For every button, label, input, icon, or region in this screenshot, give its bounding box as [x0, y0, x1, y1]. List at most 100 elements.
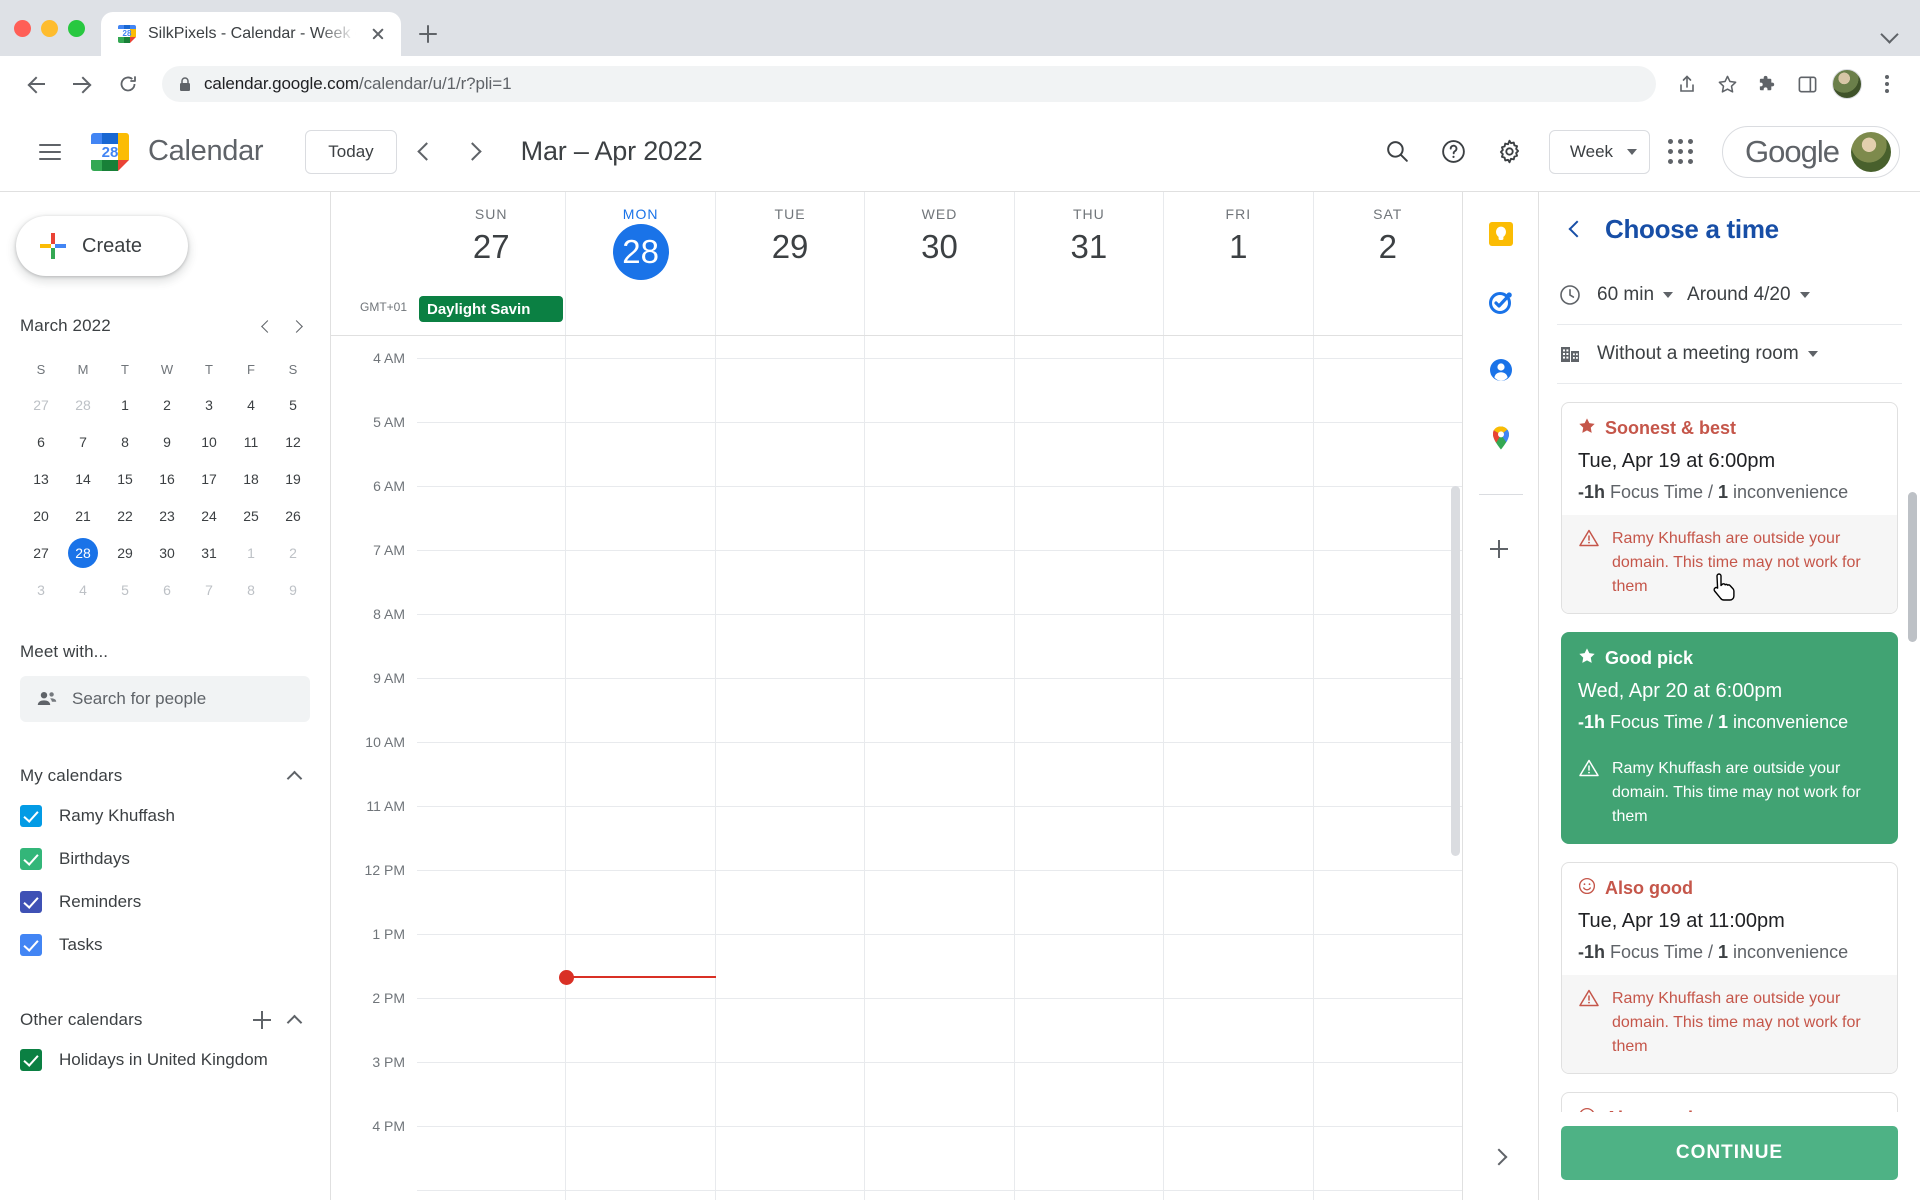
- mini-calendar-day[interactable]: 16: [146, 460, 188, 497]
- day-column[interactable]: [714, 336, 864, 1200]
- mini-calendar-day[interactable]: 6: [146, 571, 188, 608]
- mini-calendar-next-button[interactable]: [282, 310, 314, 342]
- my-calendar-item[interactable]: Ramy Khuffash: [20, 794, 310, 837]
- mini-calendar-day[interactable]: 11: [230, 423, 272, 460]
- other-calendars-header[interactable]: Other calendars: [20, 1002, 310, 1038]
- tab-list-chevron-down-icon[interactable]: [1882, 26, 1898, 42]
- day-column[interactable]: [864, 336, 1013, 1200]
- time-suggestion-card[interactable]: Also goodThu, Apr 21 at 6:00pm-1h Focus …: [1561, 1092, 1898, 1112]
- mini-calendar-day[interactable]: 1: [230, 534, 272, 571]
- reload-button[interactable]: [108, 64, 148, 104]
- minimize-window-button[interactable]: [41, 19, 58, 37]
- browser-menu-button[interactable]: [1870, 67, 1904, 101]
- day-number[interactable]: 31: [1071, 228, 1108, 266]
- mini-calendar-day[interactable]: 5: [272, 386, 314, 423]
- profile-avatar[interactable]: [1830, 67, 1864, 101]
- extensions-puzzle-icon[interactable]: [1750, 67, 1784, 101]
- all-day-cell[interactable]: [864, 292, 1013, 335]
- mini-calendar-day[interactable]: 20: [20, 497, 62, 534]
- time-suggestion-card[interactable]: Good pick Wed, Apr 20 at 6:00pm -1h Focus …: [1561, 632, 1898, 844]
- day-column-header[interactable]: WED 30: [864, 192, 1013, 292]
- next-week-button[interactable]: [453, 130, 497, 174]
- day-column-header[interactable]: FRI 1: [1163, 192, 1312, 292]
- duration-dropdown[interactable]: 60 min: [1597, 284, 1674, 306]
- google-account-button[interactable]: Google: [1722, 125, 1900, 178]
- calendar-checkbox[interactable]: [20, 1048, 42, 1071]
- day-number[interactable]: 2: [1379, 228, 1397, 266]
- time-suggestion-card[interactable]: Soonest & best Tue, Apr 19 at 6:00pm -1h F…: [1561, 402, 1898, 614]
- mini-calendar-day[interactable]: 27: [20, 534, 62, 571]
- google-apps-button[interactable]: [1656, 127, 1706, 177]
- mini-calendar-day[interactable]: 22: [104, 497, 146, 534]
- mini-calendar-day[interactable]: 3: [20, 571, 62, 608]
- mini-calendar-day[interactable]: 5: [104, 571, 146, 608]
- calendar-checkbox[interactable]: [20, 890, 42, 913]
- time-suggestion-card[interactable]: Also good Tue, Apr 19 at 11:00pm -1h Focus…: [1561, 862, 1898, 1074]
- mini-calendar-day[interactable]: 10: [188, 423, 230, 460]
- day-column-header[interactable]: MON 28: [565, 192, 714, 292]
- previous-week-button[interactable]: [403, 130, 447, 174]
- mini-calendar-day[interactable]: 13: [20, 460, 62, 497]
- day-number[interactable]: 28: [612, 224, 669, 280]
- contacts-icon[interactable]: [1485, 354, 1517, 386]
- day-column-header[interactable]: THU 31: [1013, 192, 1163, 292]
- day-number[interactable]: 27: [473, 228, 510, 266]
- mini-calendar-day[interactable]: 1: [104, 386, 146, 423]
- new-tab-button[interactable]: [411, 17, 445, 51]
- side-panel-icon[interactable]: [1790, 67, 1824, 101]
- day-column[interactable]: [1163, 336, 1312, 1200]
- search-people-input[interactable]: Search for people: [20, 676, 310, 722]
- my-calendar-item[interactable]: Reminders: [20, 880, 310, 923]
- other-calendars-collapse-button[interactable]: [278, 1004, 310, 1036]
- today-button[interactable]: Today: [305, 129, 397, 174]
- tasks-icon[interactable]: [1485, 286, 1517, 318]
- close-window-button[interactable]: [14, 19, 31, 37]
- day-number[interactable]: 30: [921, 228, 958, 266]
- mini-calendar-day[interactable]: 19: [272, 460, 314, 497]
- share-button[interactable]: [1670, 67, 1704, 101]
- day-column-header[interactable]: TUE 29: [714, 192, 864, 292]
- browser-tab[interactable]: 28 SilkPixels - Calendar - Week of: [101, 12, 401, 56]
- panel-back-button[interactable]: [1555, 209, 1595, 249]
- add-app-button[interactable]: [1485, 535, 1517, 567]
- mini-calendar-day[interactable]: 2: [146, 386, 188, 423]
- day-column[interactable]: [1013, 336, 1163, 1200]
- all-day-cell[interactable]: [1013, 292, 1163, 335]
- mini-calendar-day[interactable]: 6: [20, 423, 62, 460]
- all-day-cell[interactable]: [1163, 292, 1312, 335]
- all-day-cell[interactable]: Daylight Savin: [417, 292, 565, 335]
- day-column-header[interactable]: SAT 2: [1312, 192, 1462, 292]
- bookmark-star-icon[interactable]: [1710, 67, 1744, 101]
- mini-calendar-prev-button[interactable]: [250, 310, 282, 342]
- mini-calendar-day[interactable]: 9: [146, 423, 188, 460]
- settings-button[interactable]: [1485, 127, 1535, 177]
- mini-calendar-day[interactable]: 9: [272, 571, 314, 608]
- panel-scrollbar[interactable]: [1908, 492, 1917, 642]
- calendar-scrollbar[interactable]: [1451, 486, 1460, 856]
- close-tab-icon[interactable]: [367, 23, 389, 45]
- back-button[interactable]: [16, 64, 56, 104]
- main-menu-button[interactable]: [26, 128, 74, 176]
- mini-calendar-day[interactable]: 12: [272, 423, 314, 460]
- mini-calendar-day[interactable]: 4: [62, 571, 104, 608]
- mini-calendar-day[interactable]: 8: [230, 571, 272, 608]
- calendar-checkbox[interactable]: [20, 804, 42, 827]
- add-other-calendar-button[interactable]: [246, 1004, 278, 1036]
- day-number[interactable]: 29: [772, 228, 809, 266]
- my-calendars-header[interactable]: My calendars: [20, 758, 310, 794]
- forward-button[interactable]: [62, 64, 102, 104]
- day-column[interactable]: [565, 336, 714, 1200]
- other-calendar-item[interactable]: Holidays in United Kingdom: [20, 1038, 310, 1081]
- view-selector[interactable]: Week: [1548, 129, 1651, 174]
- my-calendar-item[interactable]: Tasks: [20, 923, 310, 966]
- mini-calendar-day[interactable]: 29: [104, 534, 146, 571]
- create-button[interactable]: Create: [16, 216, 188, 276]
- keep-icon[interactable]: [1485, 218, 1517, 250]
- all-day-cell[interactable]: [565, 292, 714, 335]
- mini-calendar-day[interactable]: 28: [62, 534, 104, 571]
- mini-calendar-day[interactable]: 24: [188, 497, 230, 534]
- day-column[interactable]: [1312, 336, 1462, 1200]
- all-day-cell[interactable]: [1312, 292, 1462, 335]
- my-calendars-collapse-button[interactable]: [278, 760, 310, 792]
- mini-calendar-day[interactable]: 18: [230, 460, 272, 497]
